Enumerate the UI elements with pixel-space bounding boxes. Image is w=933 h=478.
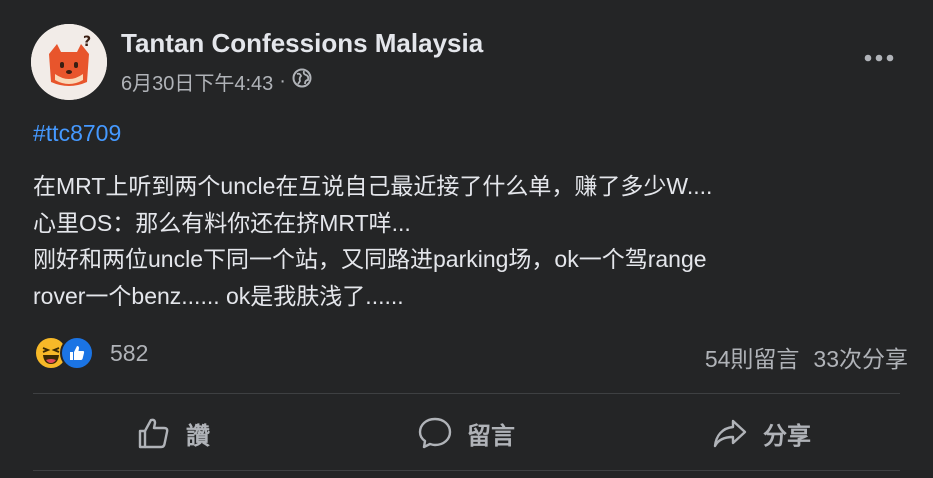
post-card: ? Tantan Confessions Malaysia 6月30日下午4:4… xyxy=(0,0,933,478)
comment-button[interactable]: 留言 xyxy=(417,410,515,456)
share-button[interactable]: 分享 xyxy=(711,410,811,456)
page-avatar[interactable]: ? xyxy=(31,24,107,100)
share-arrow-icon xyxy=(713,419,747,448)
post-text-line: 心里OS：那么有料你还在挤MRT咩... xyxy=(33,209,411,236)
more-options-button[interactable] xyxy=(863,44,895,72)
reaction-count: 582 xyxy=(110,339,149,366)
post-text-line: 刚好和两位uncle下同一个站，又同路进parking场，ok一个驾range xyxy=(33,246,707,272)
hashtag-link[interactable]: #ttc8709 xyxy=(33,120,121,147)
ellipsis-icon xyxy=(864,54,894,62)
like-button[interactable]: 讚 xyxy=(136,410,210,456)
comment-bubble-icon xyxy=(418,417,452,449)
page-name[interactable]: Tantan Confessions Malaysia xyxy=(121,28,483,59)
svg-text:?: ? xyxy=(83,34,91,50)
share-label: 分享 xyxy=(763,422,811,450)
fox-logo-icon: ? xyxy=(31,24,107,100)
like-label: 讚 xyxy=(186,422,210,450)
reactions-summary[interactable]: 582 xyxy=(34,336,148,370)
divider xyxy=(33,393,900,394)
divider xyxy=(33,470,900,471)
comment-label: 留言 xyxy=(467,422,515,450)
thumbs-up-icon xyxy=(138,418,169,449)
like-icon xyxy=(60,336,94,370)
engagement-stats: 54則留言 33次分享 xyxy=(705,340,908,374)
post-meta: 6月30日下午4:43 · xyxy=(121,67,312,96)
post-timestamp[interactable]: 6月30日下午4:43 xyxy=(121,67,273,96)
post-text: 在MRT上听到两个uncle在互说自己最近接了什么单，赚了多少W.... 心里O… xyxy=(33,168,893,314)
post-text-line: 在MRT上听到两个uncle在互说自己最近接了什么单，赚了多少W.... xyxy=(33,173,713,199)
globe-icon[interactable] xyxy=(292,68,312,94)
meta-separator: · xyxy=(279,69,286,92)
comment-count-link[interactable]: 54則留言 xyxy=(705,340,800,374)
share-count-link[interactable]: 33次分享 xyxy=(813,340,908,374)
post-text-line: rover一个benz...... ok是我肤浅了...... xyxy=(33,282,404,309)
